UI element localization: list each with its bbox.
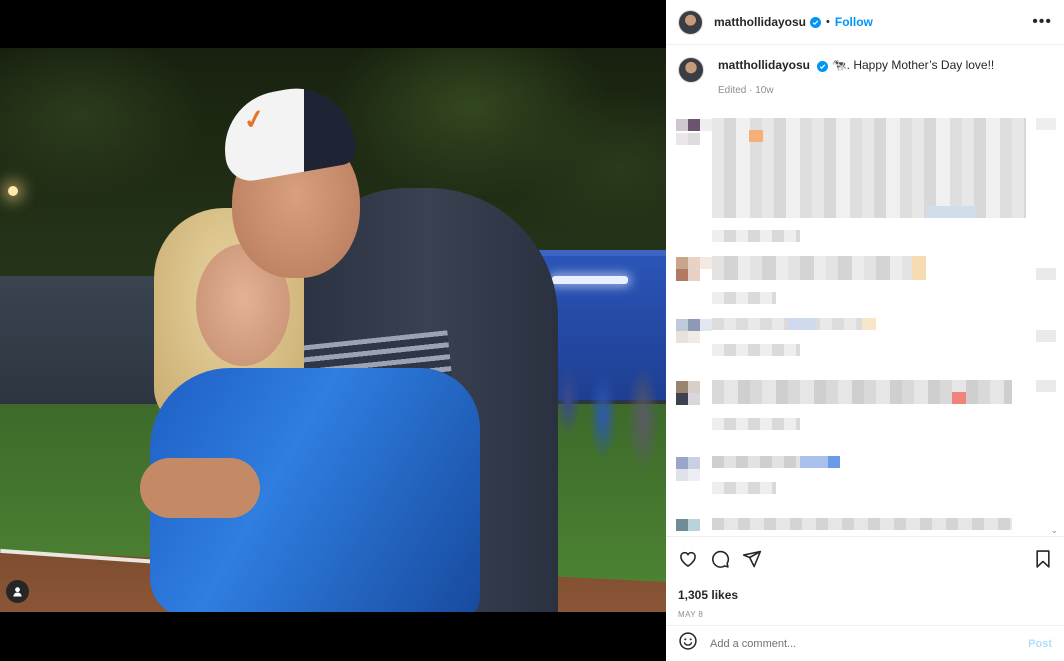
obscured-pixel: [1036, 268, 1056, 280]
obscured-pixel: [828, 456, 840, 468]
comments-list-obscured: [666, 112, 1064, 532]
more-options-icon[interactable]: •••: [1032, 13, 1052, 31]
obscured-comment: [676, 118, 712, 131]
caption-line: matthollidayosu 🐄. Happy Mother’s Day lo…: [718, 57, 994, 73]
obscured-comment-text: [712, 380, 1012, 404]
obscured-comment: [676, 518, 700, 531]
comment-icon[interactable]: [710, 549, 730, 574]
caption: matthollidayosu 🐄. Happy Mother’s Day lo…: [666, 45, 1064, 108]
obscured-comment-text: [712, 256, 926, 280]
obscured-comment: [676, 380, 700, 393]
photo-man-arm: [140, 458, 260, 518]
caption-username[interactable]: matthollidayosu: [718, 58, 810, 72]
comment-input[interactable]: [710, 637, 1029, 650]
post-photo[interactable]: ✓: [0, 48, 666, 612]
avatar[interactable]: [678, 9, 703, 35]
obscured-comment: [676, 468, 700, 481]
header-username[interactable]: matthollidayosu: [714, 15, 806, 29]
obscured-comment: [676, 392, 700, 405]
photo-background-people: [548, 320, 666, 480]
obscured-pixel: [1036, 330, 1056, 342]
photo-light: [8, 186, 18, 196]
obscured-comment: [676, 318, 712, 331]
obscured-pixel: [788, 318, 816, 330]
follow-button[interactable]: Follow: [835, 15, 873, 29]
obscured-comment: [676, 268, 700, 281]
obscured-comment: [676, 456, 700, 469]
obscured-comment-text: [712, 518, 1012, 530]
obscured-comment: [676, 132, 700, 145]
scroll-indicator-icon[interactable]: ⌄: [1050, 525, 1058, 536]
obscured-pixel: [952, 392, 966, 404]
header-separator: •: [826, 16, 830, 28]
comment-composer: Post: [666, 625, 1064, 661]
post-media: ✓: [0, 0, 666, 661]
post-header: matthollidayosu • Follow •••: [666, 0, 1064, 45]
action-icons: [678, 549, 1052, 574]
post-actions: 1,305 likes MAY 8: [666, 536, 1064, 619]
caption-body: matthollidayosu 🐄. Happy Mother’s Day lo…: [718, 57, 994, 96]
caption-avatar[interactable]: [678, 57, 704, 83]
bookmark-icon[interactable]: [1034, 549, 1052, 574]
verified-badge-icon: [810, 16, 822, 28]
heart-icon[interactable]: [678, 549, 698, 574]
obscured-comment-meta: [712, 292, 776, 304]
post-date: MAY 8: [678, 610, 704, 619]
photo-cap-logo: ✓: [241, 103, 268, 137]
obscured-comment-meta: [712, 230, 800, 242]
share-icon[interactable]: [742, 549, 762, 574]
obscured-pixel: [800, 456, 828, 468]
obscured-pixel: [912, 256, 926, 280]
obscured-comment-meta: [712, 418, 800, 430]
obscured-pixel: [1036, 118, 1056, 130]
obscured-pixel: [1036, 380, 1056, 392]
obscured-comment: [676, 330, 700, 343]
caption-meta: Edited · 10w: [718, 85, 774, 96]
post-comment-button[interactable]: Post: [1028, 638, 1052, 650]
obscured-comment-meta: [712, 482, 776, 494]
likes-count[interactable]: 1,305 likes: [678, 588, 1052, 602]
obscured-pixel: [926, 206, 976, 218]
user-tag-icon[interactable]: [6, 580, 29, 603]
obscured-pixel: [749, 130, 763, 142]
caption-verified-badge-icon: [817, 61, 829, 72]
post-side-panel: matthollidayosu • Follow ••• matthollida…: [666, 0, 1064, 661]
obscured-pixel: [862, 318, 876, 330]
obscured-comment: [676, 256, 712, 269]
obscured-comment-meta: [712, 344, 800, 356]
photo-dugout-light: [552, 276, 628, 284]
caption-text: 🐄. Happy Mother’s Day love!!: [831, 58, 995, 72]
emoji-icon[interactable]: [678, 631, 698, 656]
